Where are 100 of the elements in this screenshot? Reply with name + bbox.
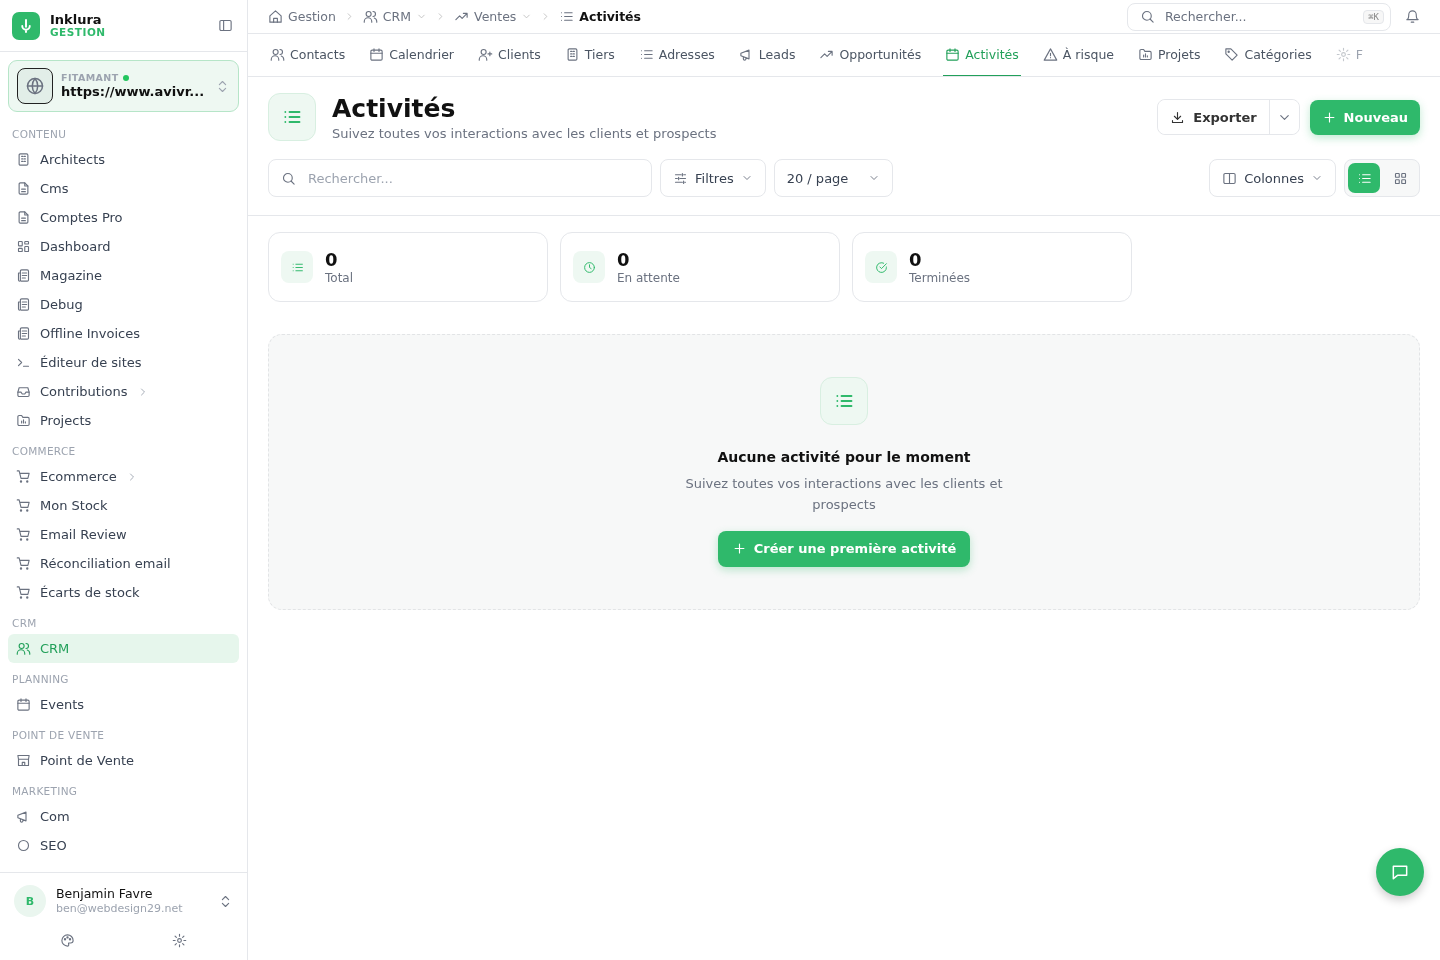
sidebar-item[interactable]: Projects bbox=[8, 406, 239, 435]
plus-icon bbox=[731, 541, 747, 557]
columns-button[interactable]: Colonnes bbox=[1209, 159, 1336, 197]
calendar-icon bbox=[945, 47, 961, 62]
breadcrumb-item[interactable]: Ventes bbox=[454, 9, 533, 24]
tab[interactable]: Leads bbox=[736, 34, 798, 76]
circle-icon bbox=[16, 838, 31, 853]
news-icon bbox=[16, 326, 31, 341]
sidebar-item[interactable]: Magazine bbox=[8, 261, 239, 290]
alert-icon bbox=[1042, 47, 1058, 62]
search-icon bbox=[281, 170, 296, 186]
user-name: Benjamin Favre bbox=[56, 886, 154, 902]
cart-icon bbox=[16, 469, 31, 484]
tab[interactable]: Adresses bbox=[636, 34, 717, 76]
user-avatar: B bbox=[14, 885, 46, 917]
cart-icon bbox=[16, 585, 31, 600]
tab[interactable]: Tiers bbox=[562, 34, 617, 76]
breadcrumb-item[interactable]: Activités bbox=[559, 9, 642, 24]
sidebar-item[interactable]: Réconciliation email bbox=[8, 549, 239, 578]
list-view-button[interactable] bbox=[1348, 163, 1380, 193]
calendar-icon bbox=[16, 697, 31, 712]
sidebar-item[interactable]: Point de Vente bbox=[8, 746, 239, 775]
folder-icon bbox=[16, 413, 31, 428]
home-icon bbox=[268, 9, 283, 24]
section-title: PLANNING bbox=[11, 672, 70, 687]
tag-icon bbox=[1224, 47, 1240, 62]
export-button[interactable]: Exporter bbox=[1158, 100, 1270, 134]
news-icon bbox=[16, 297, 31, 312]
columns-icon bbox=[1222, 170, 1238, 186]
clock-icon bbox=[582, 260, 596, 274]
file-icon bbox=[16, 181, 31, 196]
userplus-icon bbox=[478, 47, 493, 62]
palette-icon bbox=[60, 933, 76, 948]
sidebar-item[interactable]: Email Review bbox=[8, 520, 239, 549]
filters-button[interactable]: Filtres bbox=[660, 159, 766, 197]
sidebar-item[interactable]: Contributions bbox=[8, 377, 239, 406]
sidebar-toggle-icon bbox=[218, 18, 233, 33]
sidebar-item[interactable]: Events bbox=[8, 690, 239, 719]
users-icon bbox=[362, 9, 378, 24]
stat-label: Total bbox=[325, 270, 354, 285]
sidebar-item[interactable]: SEO bbox=[8, 831, 239, 860]
breadcrumb-item[interactable]: CRM bbox=[362, 9, 428, 24]
brand-subtitle: GESTION bbox=[50, 26, 107, 39]
filter-sliders-icon bbox=[673, 170, 688, 186]
notifications-button[interactable] bbox=[1403, 7, 1422, 26]
stat-label: Terminées bbox=[909, 270, 971, 285]
tab[interactable]: Projets bbox=[1136, 34, 1203, 76]
checkcircle-icon bbox=[874, 260, 888, 274]
grid4-icon bbox=[1392, 170, 1408, 186]
users-icon bbox=[16, 641, 31, 656]
breadcrumb-item[interactable]: Gestion bbox=[268, 9, 336, 24]
sidebar-item[interactable]: Cms bbox=[8, 174, 239, 203]
section-title: COMMERCE bbox=[11, 444, 77, 459]
shortcut-badge: ⌘K bbox=[1363, 9, 1384, 24]
calendar-icon bbox=[369, 47, 385, 62]
cart-icon bbox=[16, 556, 31, 571]
empty-state-text: Suivez toutes vos interactions avec les clients et prospects bbox=[684, 475, 1004, 514]
section-title: MARKETING bbox=[11, 784, 79, 799]
list-icon bbox=[638, 47, 654, 62]
section-title: CONTENU bbox=[11, 127, 68, 142]
sidebar-item[interactable]: Debug bbox=[8, 290, 239, 319]
page-size-select[interactable]: 20 / page bbox=[773, 159, 894, 197]
folder-icon bbox=[1138, 47, 1153, 62]
brand-name: Inklura bbox=[50, 12, 103, 27]
sidebar-item[interactable]: Éditeur de sites bbox=[8, 348, 239, 377]
inbox-icon bbox=[16, 384, 31, 399]
page-subtitle: Suivez toutes vos interactions avec les clients et prospects bbox=[332, 125, 718, 141]
stat-label: En attente bbox=[617, 270, 680, 285]
search-bar[interactable]: Rechercher... bbox=[268, 159, 652, 197]
sidebar-item[interactable]: Écarts de stock bbox=[8, 578, 239, 607]
chat-button[interactable] bbox=[1376, 848, 1424, 896]
empty-state-title: Aucune activité pour le moment bbox=[717, 449, 971, 466]
global-search-field[interactable]: Rechercher... bbox=[1163, 8, 1356, 25]
chat-icon bbox=[1390, 862, 1410, 882]
tab[interactable]: Catégories bbox=[1222, 34, 1314, 76]
plus-icon bbox=[1321, 109, 1337, 125]
store-icon bbox=[16, 753, 31, 768]
sidebar-item[interactable]: Architects bbox=[8, 145, 239, 174]
site-label: FITAMANT bbox=[61, 71, 207, 84]
sidebar-item[interactable]: Dashboard bbox=[8, 232, 239, 261]
tab[interactable]: Clients bbox=[476, 34, 543, 76]
tab[interactable]: Opportunités bbox=[817, 34, 924, 76]
site-switcher[interactable]: FITAMANT https://www.avivr... bbox=[8, 60, 239, 112]
users-icon bbox=[270, 47, 285, 62]
sidebar-item[interactable]: Mon Stock bbox=[8, 491, 239, 520]
sidebar-item[interactable]: Com bbox=[8, 802, 239, 831]
sidebar-item[interactable]: Ecommerce bbox=[8, 462, 239, 491]
sidebar-item[interactable]: Comptes Pro bbox=[8, 203, 239, 232]
sidebar-item[interactable]: Offline Invoices bbox=[8, 319, 239, 348]
file-icon bbox=[16, 210, 31, 225]
tab[interactable]: Contacts bbox=[268, 34, 348, 76]
download-icon bbox=[1170, 109, 1186, 125]
search-field[interactable]: Rechercher... bbox=[306, 169, 639, 187]
tab[interactable]: Calendrier bbox=[367, 34, 456, 76]
cart-icon bbox=[16, 527, 31, 542]
stat-value: 0 bbox=[325, 249, 339, 271]
globe-icon bbox=[25, 76, 45, 96]
section-title: CRM bbox=[11, 616, 38, 631]
page-title: Activités bbox=[332, 93, 457, 123]
tab[interactable]: À risque bbox=[1040, 34, 1116, 76]
